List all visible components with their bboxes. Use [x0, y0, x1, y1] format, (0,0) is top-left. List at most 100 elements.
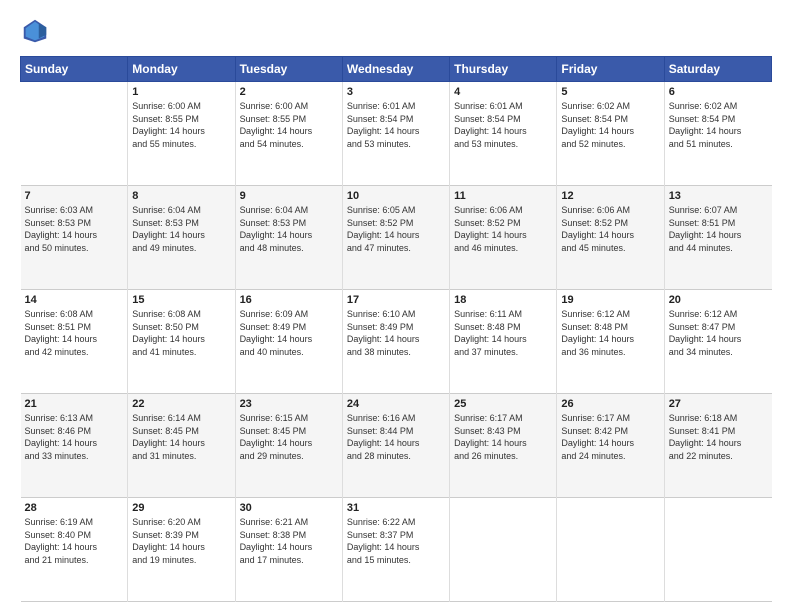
weekday-header: Monday: [128, 57, 235, 82]
day-number: 13: [669, 190, 768, 202]
day-number: 12: [561, 190, 659, 202]
calendar-cell: 30 Sunrise: 6:21 AM Sunset: 8:38 PM Dayli…: [235, 498, 342, 602]
day-info: Sunrise: 6:17 AM Sunset: 8:42 PM Dayligh…: [561, 412, 659, 462]
day-number: 15: [132, 294, 230, 306]
calendar-cell: 19 Sunrise: 6:12 AM Sunset: 8:48 PM Dayli…: [557, 290, 664, 394]
calendar-table: SundayMondayTuesdayWednesdayThursdayFrid…: [20, 56, 772, 602]
day-info: Sunrise: 6:08 AM Sunset: 8:51 PM Dayligh…: [25, 308, 124, 358]
calendar-cell: 1 Sunrise: 6:00 AM Sunset: 8:55 PM Daylig…: [128, 82, 235, 186]
day-number: 16: [240, 294, 338, 306]
calendar-cell: 9 Sunrise: 6:04 AM Sunset: 8:53 PM Daylig…: [235, 186, 342, 290]
header-row: SundayMondayTuesdayWednesdayThursdayFrid…: [21, 57, 772, 82]
logo-icon: [20, 16, 50, 46]
calendar-cell: 29 Sunrise: 6:20 AM Sunset: 8:39 PM Dayli…: [128, 498, 235, 602]
day-info: Sunrise: 6:00 AM Sunset: 8:55 PM Dayligh…: [132, 100, 230, 150]
day-info: Sunrise: 6:12 AM Sunset: 8:47 PM Dayligh…: [669, 308, 768, 358]
day-number: 26: [561, 398, 659, 410]
calendar-cell: 24 Sunrise: 6:16 AM Sunset: 8:44 PM Dayli…: [342, 394, 449, 498]
day-info: Sunrise: 6:09 AM Sunset: 8:49 PM Dayligh…: [240, 308, 338, 358]
day-info: Sunrise: 6:20 AM Sunset: 8:39 PM Dayligh…: [132, 516, 230, 566]
day-number: 18: [454, 294, 552, 306]
calendar-cell: 25Sunrise: 6:17 AM Sunset: 8:43 PM Dayli…: [450, 394, 557, 498]
calendar-cell: 23 Sunrise: 6:15 AM Sunset: 8:45 PM Dayli…: [235, 394, 342, 498]
calendar-cell: 17Sunrise: 6:10 AM Sunset: 8:49 PM Dayli…: [342, 290, 449, 394]
calendar-cell: 15 Sunrise: 6:08 AM Sunset: 8:50 PM Dayli…: [128, 290, 235, 394]
calendar-cell: [21, 82, 128, 186]
day-info: Sunrise: 6:07 AM Sunset: 8:51 PM Dayligh…: [669, 204, 768, 254]
calendar-week-row: 21 Sunrise: 6:13 AM Sunset: 8:46 PM Dayli…: [21, 394, 772, 498]
day-info: Sunrise: 6:01 AM Sunset: 8:54 PM Dayligh…: [347, 100, 445, 150]
day-number: 7: [25, 190, 124, 202]
day-number: 29: [132, 502, 230, 514]
calendar-cell: 13 Sunrise: 6:07 AM Sunset: 8:51 PM Dayli…: [664, 186, 771, 290]
calendar-cell: 16 Sunrise: 6:09 AM Sunset: 8:49 PM Dayli…: [235, 290, 342, 394]
day-number: 5: [561, 86, 659, 98]
day-number: 22: [132, 398, 230, 410]
day-info: Sunrise: 6:16 AM Sunset: 8:44 PM Dayligh…: [347, 412, 445, 462]
day-info: Sunrise: 6:18 AM Sunset: 8:41 PM Dayligh…: [669, 412, 768, 462]
day-info: Sunrise: 6:00 AM Sunset: 8:55 PM Dayligh…: [240, 100, 338, 150]
calendar-cell: 3Sunrise: 6:01 AM Sunset: 8:54 PM Daylig…: [342, 82, 449, 186]
calendar-cell: 20 Sunrise: 6:12 AM Sunset: 8:47 PM Dayli…: [664, 290, 771, 394]
calendar-cell: 12 Sunrise: 6:06 AM Sunset: 8:52 PM Dayli…: [557, 186, 664, 290]
day-info: Sunrise: 6:17 AM Sunset: 8:43 PM Dayligh…: [454, 412, 552, 462]
calendar-cell: 6 Sunrise: 6:02 AM Sunset: 8:54 PM Daylig…: [664, 82, 771, 186]
day-number: 1: [132, 86, 230, 98]
calendar-cell: 18Sunrise: 6:11 AM Sunset: 8:48 PM Dayli…: [450, 290, 557, 394]
calendar-cell: 5 Sunrise: 6:02 AM Sunset: 8:54 PM Daylig…: [557, 82, 664, 186]
day-info: Sunrise: 6:04 AM Sunset: 8:53 PM Dayligh…: [240, 204, 338, 254]
calendar-cell: [557, 498, 664, 602]
day-info: Sunrise: 6:02 AM Sunset: 8:54 PM Dayligh…: [669, 100, 768, 150]
calendar-cell: 14Sunrise: 6:08 AM Sunset: 8:51 PM Dayli…: [21, 290, 128, 394]
calendar-cell: 4Sunrise: 6:01 AM Sunset: 8:54 PM Daylig…: [450, 82, 557, 186]
day-number: 28: [25, 502, 124, 514]
calendar-cell: 22 Sunrise: 6:14 AM Sunset: 8:45 PM Dayli…: [128, 394, 235, 498]
weekday-header: Sunday: [21, 57, 128, 82]
day-info: Sunrise: 6:08 AM Sunset: 8:50 PM Dayligh…: [132, 308, 230, 358]
day-info: Sunrise: 6:14 AM Sunset: 8:45 PM Dayligh…: [132, 412, 230, 462]
calendar-cell: 8Sunrise: 6:04 AM Sunset: 8:53 PM Daylig…: [128, 186, 235, 290]
weekday-header: Saturday: [664, 57, 771, 82]
calendar-cell: 10Sunrise: 6:05 AM Sunset: 8:52 PM Dayli…: [342, 186, 449, 290]
day-number: 19: [561, 294, 659, 306]
day-number: 23: [240, 398, 338, 410]
day-info: Sunrise: 6:06 AM Sunset: 8:52 PM Dayligh…: [561, 204, 659, 254]
calendar-cell: [450, 498, 557, 602]
day-info: Sunrise: 6:03 AM Sunset: 8:53 PM Dayligh…: [25, 204, 124, 254]
day-info: Sunrise: 6:12 AM Sunset: 8:48 PM Dayligh…: [561, 308, 659, 358]
calendar-cell: 28Sunrise: 6:19 AM Sunset: 8:40 PM Dayli…: [21, 498, 128, 602]
day-number: 27: [669, 398, 768, 410]
logo: [20, 16, 54, 46]
day-number: 9: [240, 190, 338, 202]
day-info: Sunrise: 6:15 AM Sunset: 8:45 PM Dayligh…: [240, 412, 338, 462]
calendar-cell: 26 Sunrise: 6:17 AM Sunset: 8:42 PM Dayli…: [557, 394, 664, 498]
day-number: 30: [240, 502, 338, 514]
day-number: 31: [347, 502, 445, 514]
day-number: 10: [347, 190, 445, 202]
day-number: 20: [669, 294, 768, 306]
day-info: Sunrise: 6:22 AM Sunset: 8:37 PM Dayligh…: [347, 516, 445, 566]
weekday-header: Tuesday: [235, 57, 342, 82]
day-info: Sunrise: 6:06 AM Sunset: 8:52 PM Dayligh…: [454, 204, 552, 254]
page: SundayMondayTuesdayWednesdayThursdayFrid…: [0, 0, 792, 612]
weekday-header: Friday: [557, 57, 664, 82]
weekday-header: Wednesday: [342, 57, 449, 82]
day-info: Sunrise: 6:02 AM Sunset: 8:54 PM Dayligh…: [561, 100, 659, 150]
day-info: Sunrise: 6:21 AM Sunset: 8:38 PM Dayligh…: [240, 516, 338, 566]
calendar-week-row: 1 Sunrise: 6:00 AM Sunset: 8:55 PM Daylig…: [21, 82, 772, 186]
calendar-cell: 2 Sunrise: 6:00 AM Sunset: 8:55 PM Daylig…: [235, 82, 342, 186]
calendar-cell: 21 Sunrise: 6:13 AM Sunset: 8:46 PM Dayli…: [21, 394, 128, 498]
day-number: 17: [347, 294, 445, 306]
weekday-header: Thursday: [450, 57, 557, 82]
calendar-cell: [664, 498, 771, 602]
day-number: 24: [347, 398, 445, 410]
header: [20, 16, 772, 46]
day-number: 21: [25, 398, 124, 410]
day-info: Sunrise: 6:13 AM Sunset: 8:46 PM Dayligh…: [25, 412, 124, 462]
day-number: 6: [669, 86, 768, 98]
calendar-cell: 11Sunrise: 6:06 AM Sunset: 8:52 PM Dayli…: [450, 186, 557, 290]
calendar-cell: 7 Sunrise: 6:03 AM Sunset: 8:53 PM Daylig…: [21, 186, 128, 290]
day-info: Sunrise: 6:01 AM Sunset: 8:54 PM Dayligh…: [454, 100, 552, 150]
calendar-week-row: 28Sunrise: 6:19 AM Sunset: 8:40 PM Dayli…: [21, 498, 772, 602]
day-number: 2: [240, 86, 338, 98]
